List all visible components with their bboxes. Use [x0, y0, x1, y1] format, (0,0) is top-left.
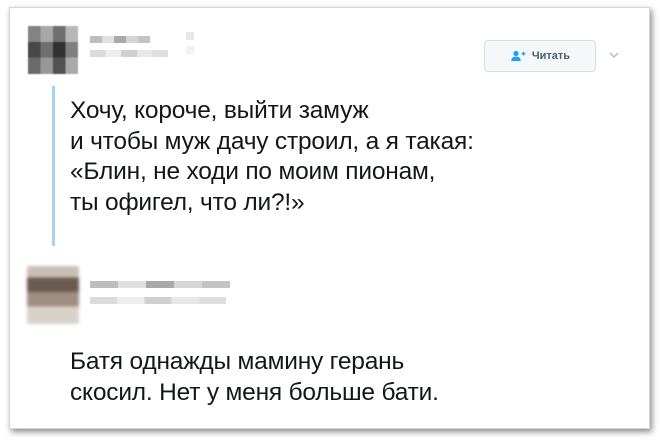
pixelated-mark	[186, 46, 194, 54]
tweet-line: ты офигел, что ли?!»	[70, 188, 305, 216]
add-user-icon	[510, 50, 526, 62]
author-name-pixelated[interactable]	[90, 281, 230, 288]
tweet-line: Хочу, короче, выйти замуж	[70, 97, 369, 124]
avatar[interactable]	[28, 26, 78, 74]
screenshot-frame: Читать Хочу, короче, выйти замуж и чтобы …	[9, 7, 650, 429]
author-handle-pixelated[interactable]	[90, 297, 226, 304]
pixelated-mark	[186, 32, 194, 40]
follow-button-label: Читать	[531, 50, 571, 62]
tweet-text: Батя однажды мамину герань скосил. Нет у …	[70, 347, 439, 408]
author-handle-pixelated[interactable]	[90, 50, 168, 57]
avatar[interactable]	[27, 266, 79, 324]
author-name-pixelated[interactable]	[90, 36, 150, 43]
chevron-down-icon[interactable]	[608, 48, 620, 60]
thread-connector-line	[52, 86, 55, 246]
tweet-line: и чтобы муж дачу строил, а я такая:	[70, 127, 474, 155]
tweet-line: Батя однажды мамину герань	[70, 348, 405, 375]
tweet-line: «Блин, не ходи по моим пионам,	[70, 158, 436, 185]
follow-button[interactable]: Читать	[484, 40, 596, 72]
tweet-text: Хочу, короче, выйти замуж и чтобы муж дач…	[70, 96, 474, 218]
tweet-line: скосил. Нет у меня больше бати.	[70, 378, 439, 406]
